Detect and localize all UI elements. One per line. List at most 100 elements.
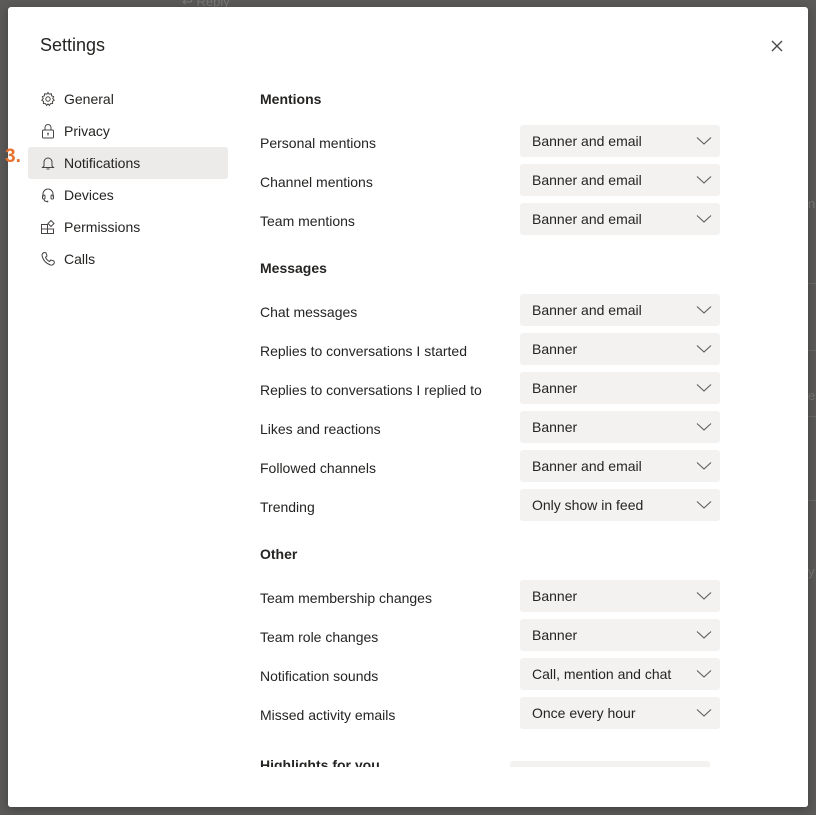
background-fragment: y	[808, 564, 815, 579]
chat-messages-dropdown[interactable]: Banner and email	[520, 293, 720, 326]
missed-activity-dropdown[interactable]: Once every hour	[520, 696, 720, 729]
section-other: Other Team membership changes Banner Tea…	[260, 542, 720, 732]
chevron-down-icon	[696, 136, 712, 145]
setting-row: Missed activity emails Once every hour	[260, 693, 720, 732]
nav-item-label: Devices	[64, 187, 114, 203]
setting-row: Followed channels Banner and email	[260, 446, 720, 485]
setting-label: Team membership changes	[260, 589, 432, 606]
nav-item-label: Calls	[64, 251, 96, 267]
dropdown-value: Banner	[532, 587, 578, 604]
setting-label: Missed activity emails	[260, 706, 396, 723]
setting-row: Personal mentions Banner and email	[260, 121, 720, 160]
setting-row: Channel mentions Banner and email	[260, 160, 720, 199]
section-messages: Messages Chat messages Banner and email …	[260, 256, 720, 524]
followed-channels-dropdown[interactable]: Banner and email	[520, 449, 720, 482]
chevron-down-icon	[696, 461, 712, 470]
notifications-settings: Mentions Personal mentions Banner and em…	[260, 87, 720, 777]
step-number-badge: 3.	[5, 146, 21, 167]
chevron-down-icon	[696, 669, 712, 678]
phone-icon	[40, 251, 56, 267]
section-mentions: Mentions Personal mentions Banner and em…	[260, 87, 720, 238]
setting-row: Replies to conversations I started Banne…	[260, 329, 720, 368]
nav-item-devices[interactable]: Devices	[28, 179, 228, 211]
chevron-down-icon	[696, 305, 712, 314]
setting-label: Personal mentions	[260, 134, 376, 151]
setting-row: Likes and reactions Banner	[260, 407, 720, 446]
setting-row: Team mentions Banner and email	[260, 199, 720, 238]
nav-item-label: Notifications	[64, 155, 141, 171]
close-icon	[771, 40, 783, 52]
dropdown-value: Only show in feed	[532, 496, 644, 513]
team-membership-dropdown[interactable]: Banner	[520, 579, 720, 612]
section-heading: Mentions	[260, 91, 322, 107]
chevron-down-icon	[696, 344, 712, 353]
background-divider	[808, 350, 816, 351]
dropdown-value: Banner	[532, 418, 578, 435]
chevron-down-icon	[696, 708, 712, 717]
nav-item-label: General	[64, 91, 114, 107]
dropdown-value: Banner	[532, 379, 578, 396]
nav-item-privacy[interactable]: Privacy	[28, 115, 228, 147]
personal-mentions-dropdown[interactable]: Banner and email	[520, 124, 720, 157]
setting-label: Replies to conversations I started	[260, 342, 467, 359]
setting-row: Trending Only show in feed	[260, 485, 720, 524]
section-heading: Messages	[260, 260, 327, 276]
background-fragment: n	[808, 196, 816, 211]
nav-item-permissions[interactable]: Permissions	[28, 211, 228, 243]
setting-label: Team role changes	[260, 628, 379, 645]
channel-mentions-dropdown[interactable]: Banner and email	[520, 163, 720, 196]
chevron-down-icon	[696, 383, 712, 392]
dropdown-value: Call, mention and chat	[532, 665, 672, 682]
setting-label: Replies to conversations I replied to	[260, 381, 482, 398]
setting-label: Channel mentions	[260, 173, 373, 190]
section-heading: Other	[260, 546, 298, 562]
chevron-down-icon	[696, 591, 712, 600]
nav-item-general[interactable]: General	[28, 83, 228, 115]
background-divider	[808, 416, 816, 417]
setting-label: Followed channels	[260, 459, 376, 476]
lock-icon	[40, 123, 56, 139]
background-divider	[808, 283, 816, 284]
setting-row: Chat messages Banner and email	[260, 290, 720, 329]
chevron-down-icon	[696, 630, 712, 639]
notification-sounds-dropdown[interactable]: Call, mention and chat	[520, 657, 720, 690]
setting-row: Team membership changes Banner	[260, 576, 720, 615]
dropdown-value: Banner and email	[532, 301, 642, 318]
dropdown-value: Banner	[532, 340, 578, 357]
background-divider	[808, 500, 816, 501]
team-role-dropdown[interactable]: Banner	[520, 618, 720, 651]
settings-dialog: Settings General Privacy Notifications D…	[8, 7, 808, 807]
chevron-down-icon	[696, 500, 712, 509]
bell-icon	[40, 155, 56, 171]
settings-nav: General Privacy Notifications Devices Pe…	[28, 83, 228, 275]
apps-icon	[40, 219, 56, 235]
setting-label: Likes and reactions	[260, 420, 381, 437]
setting-label: Chat messages	[260, 303, 358, 320]
dropdown-value: Banner and email	[532, 171, 642, 188]
dropdown-value: Banner and email	[532, 132, 642, 149]
replies-started-dropdown[interactable]: Banner	[520, 332, 720, 365]
headset-icon	[40, 187, 56, 203]
chevron-down-icon	[696, 214, 712, 223]
nav-item-calls[interactable]: Calls	[28, 243, 228, 275]
setting-label: Team mentions	[260, 212, 355, 229]
team-mentions-dropdown[interactable]: Banner and email	[520, 202, 720, 235]
dropdown-value: Banner and email	[532, 457, 642, 474]
replies-replied-dropdown[interactable]: Banner	[520, 371, 720, 404]
dialog-title: Settings	[40, 35, 106, 55]
nav-item-notifications[interactable]: Notifications	[28, 147, 228, 179]
likes-reactions-dropdown[interactable]: Banner	[520, 410, 720, 443]
dropdown-value: Once every hour	[532, 704, 636, 721]
gear-icon	[40, 91, 56, 107]
background-fragment: es	[808, 388, 816, 403]
setting-row: Team role changes Banner	[260, 615, 720, 654]
setting-label: Notification sounds	[260, 667, 379, 684]
dropdown-value: Banner	[532, 626, 578, 643]
setting-label: Trending	[260, 498, 315, 515]
nav-item-label: Permissions	[64, 219, 141, 235]
close-button[interactable]	[768, 37, 786, 55]
trending-dropdown[interactable]: Only show in feed	[520, 488, 720, 521]
setting-row: Notification sounds Call, mention and ch…	[260, 654, 720, 693]
chevron-down-icon	[696, 422, 712, 431]
setting-row: Replies to conversations I replied to Ba…	[260, 368, 720, 407]
